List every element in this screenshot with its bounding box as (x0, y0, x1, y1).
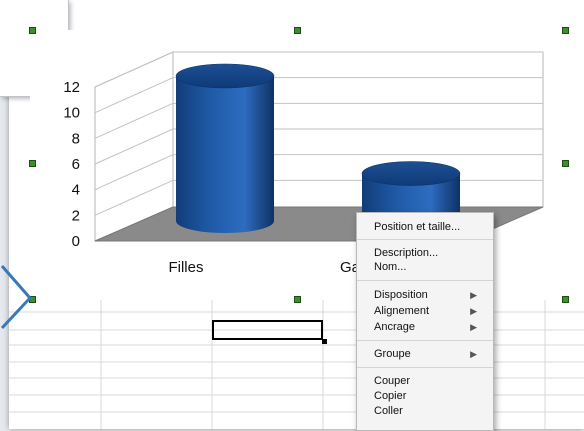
menu-item-anchor[interactable]: Ancrage ▶ (374, 320, 486, 334)
menu-item-copy[interactable]: Copier (374, 389, 406, 403)
selection-handle-middle-left[interactable] (29, 160, 36, 167)
bar-top (361, 161, 461, 186)
selection-handle-top-center[interactable] (294, 27, 301, 34)
active-cell[interactable] (212, 320, 323, 340)
y-tick-label: 10 (63, 105, 80, 122)
menu-separator (357, 280, 493, 281)
context-menu: Position et taille... Description... Nom… (356, 212, 494, 431)
menu-item-cut[interactable]: Couper (374, 374, 410, 388)
bar-body (176, 75, 274, 233)
submenu-arrow-icon: ▶ (470, 349, 477, 359)
menu-item-description[interactable]: Description... (374, 246, 438, 260)
y-tick-label: 4 (72, 182, 80, 199)
menu-item-arrange[interactable]: Disposition ▶ (374, 288, 486, 302)
y-tick-label: 6 (72, 156, 80, 173)
y-tick-label: 2 (72, 207, 80, 224)
bar-top (175, 63, 275, 89)
menu-item-paste[interactable]: Coller (374, 404, 403, 418)
menu-separator (357, 239, 493, 240)
menu-item-group[interactable]: Groupe ▶ (374, 347, 486, 361)
submenu-arrow-icon: ▶ (470, 322, 477, 332)
y-tick-label: 12 (63, 79, 80, 96)
selection-handle-top-left[interactable] (29, 27, 36, 34)
submenu-arrow-icon: ▶ (470, 306, 477, 316)
selection-handle-top-right[interactable] (562, 27, 569, 34)
x-tick-label: Filles (168, 259, 203, 276)
menu-separator (357, 340, 493, 341)
menu-item-name[interactable]: Nom... (374, 260, 406, 274)
selection-handle-middle-right[interactable] (562, 160, 569, 167)
chevron-right-icon (0, 265, 33, 330)
y-tick-label: 8 (72, 130, 80, 147)
submenu-arrow-icon: ▶ (470, 290, 477, 300)
fill-handle[interactable] (322, 339, 327, 344)
menu-item-position-size[interactable]: Position et taille... (374, 220, 460, 234)
selection-handle-bottom-right[interactable] (562, 296, 569, 303)
menu-item-alignment[interactable]: Alignement ▶ (374, 304, 486, 318)
chart-bar-filles (175, 63, 275, 233)
chart-and-grid: 024681012 Filles Ga (9, 30, 584, 429)
menu-separator (357, 367, 493, 368)
selection-handle-bottom-center[interactable] (294, 296, 301, 303)
y-tick-label: 0 (72, 233, 80, 250)
